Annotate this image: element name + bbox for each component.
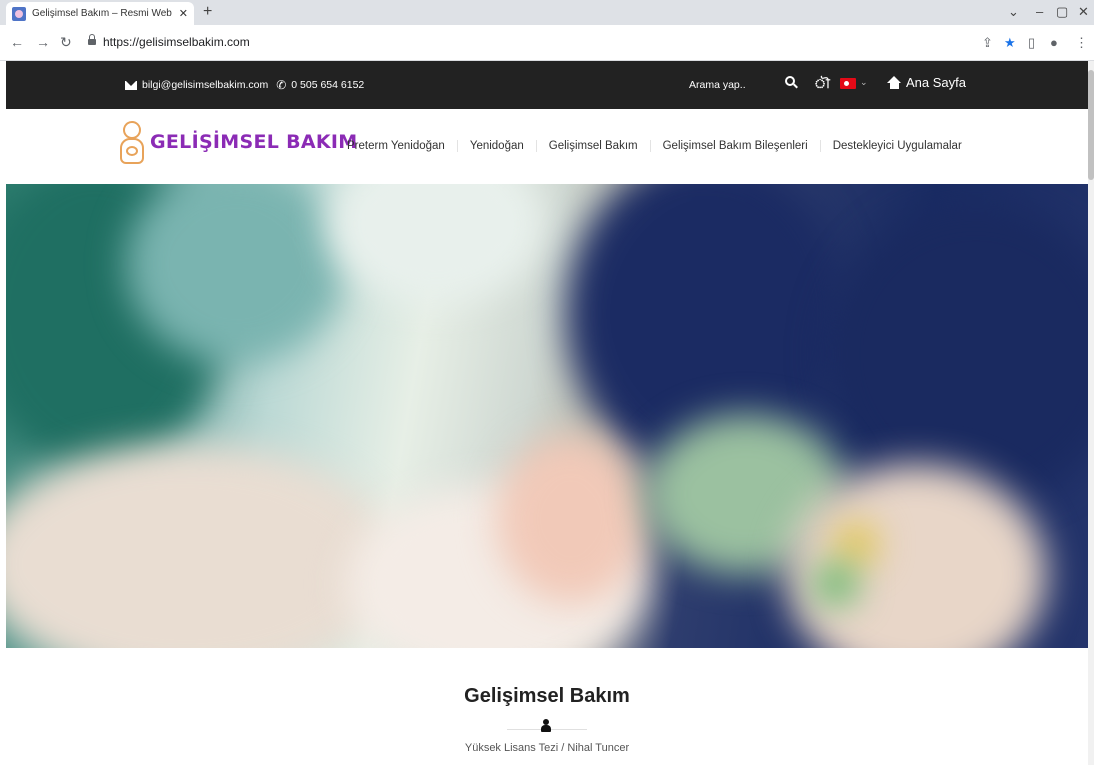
contact-phone[interactable]: 0 505 654 6152: [291, 79, 364, 91]
close-window-button[interactable]: ✕: [1078, 4, 1089, 20]
hero-image: [6, 184, 1088, 648]
site-favicon-icon: [12, 6, 26, 21]
new-tab-button[interactable]: +: [203, 3, 212, 21]
home-link-label: Ana Sayfa: [906, 75, 966, 90]
site-header: GELİŞİMSEL BAKIM Preterm Yenidoğan Yenid…: [6, 109, 1088, 184]
browser-address-bar: ← → ↻ https://gelisimselbakim.com ⇪ ★ ▯ …: [0, 25, 1094, 61]
mail-icon: [125, 80, 137, 90]
user-icon: [541, 719, 551, 732]
rss-icon[interactable]: ৗ: [814, 75, 830, 96]
nav-item-yenidogan[interactable]: Yenidoğan: [456, 140, 536, 152]
share-icon[interactable]: ⇪: [982, 35, 993, 51]
reload-icon[interactable]: ↻: [60, 34, 72, 51]
profile-avatar-icon[interactable]: ●: [1050, 35, 1058, 50]
site-top-bar: bilgi@gelisimselbakim.com ✆ 0 505 654 61…: [6, 61, 1088, 109]
minimize-button[interactable]: –: [1036, 4, 1043, 19]
lock-icon[interactable]: [88, 34, 96, 46]
search-icon[interactable]: [785, 76, 798, 89]
main-nav: Preterm Yenidoğan Yenidoğan Gelişimsel B…: [335, 140, 974, 152]
tab-close-icon[interactable]: ✕: [179, 7, 188, 20]
back-arrow-icon[interactable]: ←: [10, 34, 24, 50]
turkish-flag-icon[interactable]: [840, 78, 856, 89]
tab-title: Gelişimsel Bakım – Resmi Web Si: [32, 8, 175, 19]
section-title: Gelişimsel Bakım: [464, 685, 630, 707]
menu-kebab-icon[interactable]: ⋮: [1075, 35, 1088, 51]
contact-email[interactable]: bilgi@gelisimselbakim.com: [142, 79, 268, 91]
contact-info: bilgi@gelisimselbakim.com ✆ 0 505 654 61…: [125, 78, 364, 92]
nav-item-preterm-yenidogan[interactable]: Preterm Yenidoğan: [335, 140, 457, 152]
forward-arrow-icon[interactable]: →: [36, 34, 50, 50]
tab-search-chevron-icon[interactable]: ⌄: [1008, 4, 1019, 20]
nav-item-destekleyici-uygulamalar[interactable]: Destekleyici Uygulamalar: [819, 140, 974, 152]
nav-item-gelisimsel-bakim[interactable]: Gelişimsel Bakım: [535, 140, 650, 152]
phone-icon: ✆: [276, 78, 287, 92]
search-input[interactable]: Arama yap..: [689, 79, 746, 91]
browser-tab-bar: Gelişimsel Bakım – Resmi Web Si ✕ + ⌄ – …: [0, 0, 1094, 25]
site-logo[interactable]: GELİŞİMSEL BAKIM: [118, 118, 357, 166]
language-chevron-down-icon[interactable]: ⌄: [860, 77, 868, 88]
scrollbar-thumb[interactable]: [1088, 70, 1094, 180]
url-field[interactable]: https://gelisimselbakim.com: [103, 35, 250, 49]
section-subtitle: Yüksek Lisans Tezi / Nihal Tuncer: [464, 742, 630, 754]
side-panel-icon[interactable]: ▯: [1028, 35, 1035, 51]
restore-button[interactable]: ▢: [1056, 4, 1068, 20]
home-link[interactable]: Ana Sayfa: [887, 75, 966, 90]
home-icon: [887, 76, 902, 89]
nav-item-bilesenler[interactable]: Gelişimsel Bakım Bileşenleri: [649, 140, 820, 152]
bookmark-star-icon[interactable]: ★: [1004, 35, 1016, 51]
logo-text: GELİŞİMSEL BAKIM: [150, 131, 358, 153]
browser-tab[interactable]: Gelişimsel Bakım – Resmi Web Si ✕: [6, 2, 194, 25]
mother-baby-logo-icon: [118, 118, 146, 166]
